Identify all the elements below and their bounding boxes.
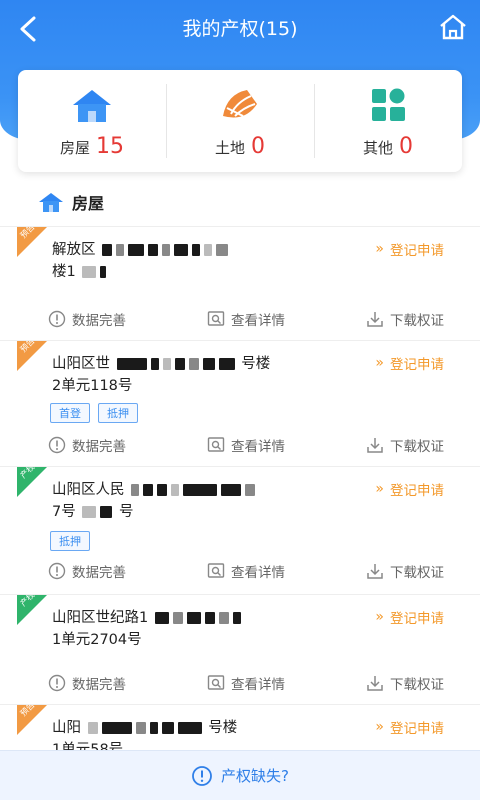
view-detail-icon — [207, 437, 225, 452]
view-detail-icon — [207, 675, 225, 690]
footer-text: 产权缺失? — [221, 767, 289, 785]
section-header: 房屋 — [38, 190, 104, 214]
download-cert-button[interactable]: 下载权证 — [366, 435, 444, 455]
download-icon — [367, 438, 383, 453]
status-badge: 预告 — [17, 341, 47, 371]
view-detail-button[interactable]: 查看详情 — [207, 435, 285, 455]
status-badge: 预告 — [17, 227, 47, 257]
property-address: 山阳区世 号楼 2单元118号 — [52, 356, 271, 394]
info-icon — [48, 436, 66, 454]
info-icon — [48, 310, 66, 328]
property-address: 解放区 楼1 — [52, 239, 322, 283]
summary-label: 土地 — [214, 139, 245, 157]
register-apply-link[interactable]: » 登记申请 — [375, 239, 444, 259]
view-detail-button[interactable]: 查看详情 — [207, 561, 285, 581]
summary-count: 15 — [96, 134, 124, 159]
data-complete-button[interactable]: 数据完善 — [48, 309, 126, 329]
item-actions: 数据完善 查看详情 下载权证 — [48, 309, 444, 329]
page-title: 我的产权(15) — [182, 18, 298, 40]
tag-list: 抵押 — [50, 531, 90, 551]
download-cert-button[interactable]: 下载权证 — [366, 309, 444, 329]
property-list: 预告 解放区 楼1 » 登记申请 数据完善 查看详情 下载权证 预告 山阳区世 号 — [0, 226, 480, 764]
summary-land[interactable]: 土地 0 — [166, 70, 314, 172]
tag-first-registration: 首登 — [50, 403, 90, 423]
item-actions: 数据完善 查看详情 下载权证 — [48, 435, 444, 455]
list-item[interactable]: 预告 解放区 楼1 » 登记申请 数据完善 查看详情 下载权证 — [0, 226, 480, 340]
home-icon[interactable] — [438, 12, 468, 42]
info-icon — [192, 765, 212, 786]
download-cert-button[interactable]: 下载权证 — [366, 673, 444, 693]
data-complete-button[interactable]: 数据完善 — [48, 673, 126, 693]
property-address: 山阳区世纪路1 1单元2704号 — [52, 607, 322, 651]
view-detail-button[interactable]: 查看详情 — [207, 309, 285, 329]
register-apply-link[interactable]: » 登记申请 — [375, 479, 444, 499]
download-icon — [367, 564, 383, 579]
summary-label: 房屋 — [59, 139, 90, 157]
item-actions: 数据完善 查看详情 下载权证 — [48, 561, 444, 581]
list-item[interactable]: 产权 山阳区人民 7号 号 » 登记申请 抵押 数据完善 查看详情 下载权证 — [0, 466, 480, 594]
data-complete-button[interactable]: 数据完善 — [48, 435, 126, 455]
data-complete-button[interactable]: 数据完善 — [48, 561, 126, 581]
land-icon — [223, 90, 257, 118]
status-badge: 产权 — [17, 467, 47, 497]
section-title: 房屋 — [72, 194, 105, 213]
summary-house[interactable]: 房屋 15 — [18, 70, 166, 172]
property-summary-card: 房屋 15 土地 0 其他 0 — [18, 70, 462, 172]
download-cert-button[interactable]: 下载权证 — [366, 561, 444, 581]
summary-other[interactable]: 其他 0 — [314, 70, 462, 172]
house-icon — [73, 90, 111, 122]
summary-count: 0 — [399, 134, 413, 159]
info-icon — [48, 674, 66, 692]
app-header: 我的产权(15) — [0, 0, 480, 58]
house-icon — [39, 193, 63, 212]
download-icon — [367, 312, 383, 327]
download-icon — [367, 676, 383, 691]
list-item[interactable]: 预告 山阳区世 号楼 2单元118号 » 登记申请 首登 抵押 数据完善 查看详情… — [0, 340, 480, 466]
tag-mortgage: 抵押 — [50, 531, 90, 551]
info-icon — [48, 562, 66, 580]
tag-list: 首登 抵押 — [50, 403, 138, 423]
view-detail-icon — [207, 311, 225, 326]
register-apply-link[interactable]: » 登记申请 — [375, 353, 444, 373]
status-badge: 预告 — [17, 705, 47, 735]
grid-icon — [372, 88, 405, 121]
summary-count: 0 — [251, 134, 265, 159]
item-actions: 数据完善 查看详情 下载权证 — [48, 673, 444, 693]
missing-property-button[interactable]: 产权缺失? — [0, 750, 480, 800]
register-apply-link[interactable]: » 登记申请 — [375, 607, 444, 627]
summary-label: 其他 — [362, 139, 393, 157]
register-apply-link[interactable]: » 登记申请 — [375, 717, 444, 737]
property-address: 山阳区人民 7号 号 — [52, 479, 322, 523]
status-badge: 产权 — [17, 595, 47, 625]
view-detail-button[interactable]: 查看详情 — [207, 673, 285, 693]
tag-mortgage: 抵押 — [98, 403, 138, 423]
view-detail-icon — [207, 563, 225, 578]
list-item[interactable]: 产权 山阳区世纪路1 1单元2704号 » 登记申请 数据完善 查看详情 下载权证 — [0, 594, 480, 704]
